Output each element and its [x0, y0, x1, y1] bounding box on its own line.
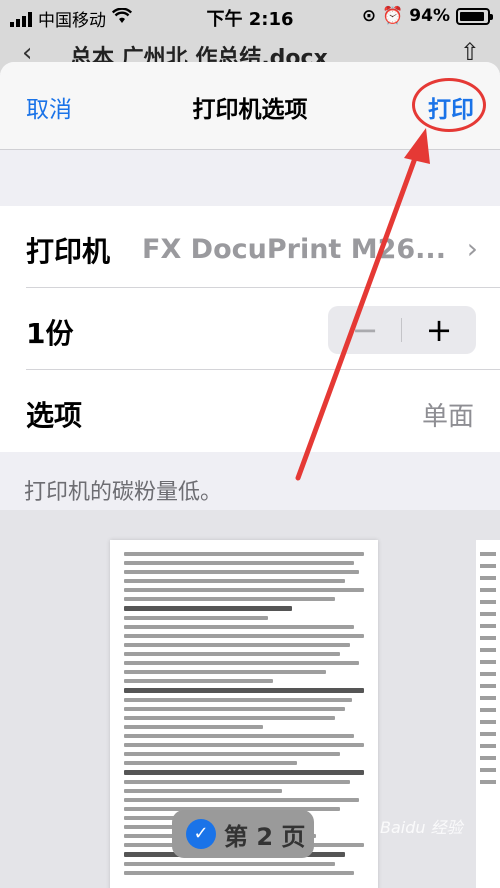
- increment-button[interactable]: +: [402, 306, 476, 354]
- options-label: 选项: [26, 399, 83, 432]
- annotation-circle: [412, 78, 486, 132]
- document-text-line: [480, 720, 496, 724]
- document-text-line: [480, 612, 496, 616]
- document-text-line: [480, 744, 496, 748]
- document-text-line: [480, 672, 496, 676]
- document-text-line: [124, 761, 297, 765]
- document-text-line: [480, 564, 496, 568]
- document-text-line: [480, 576, 496, 580]
- print-options-sheet: 取消 打印机选项 打印 打印机 FX DocuPrint M26... › 1份…: [0, 62, 500, 888]
- document-text-line: [124, 862, 336, 866]
- document-text-line: [124, 606, 292, 611]
- document-text-line: [124, 552, 364, 556]
- document-text-line: [124, 716, 336, 720]
- document-text-line: [480, 768, 496, 772]
- printer-value: FX DocuPrint M26...: [142, 234, 446, 265]
- document-text-line: [124, 725, 264, 729]
- options-row[interactable]: 选项 单面: [0, 370, 500, 452]
- document-text-line: [124, 634, 364, 638]
- document-text-line: [124, 625, 355, 629]
- copies-stepper: − +: [328, 306, 476, 354]
- document-text-line: [124, 871, 355, 875]
- document-text-line: [124, 734, 355, 738]
- printer-label: 打印机: [26, 235, 111, 268]
- document-text-line: [124, 670, 326, 674]
- document-text-line: [480, 660, 496, 664]
- status-right: ⊙ ⏰ 94%: [361, 6, 493, 26]
- document-text-line: [124, 616, 268, 620]
- battery-icon: [456, 7, 493, 25]
- battery-percent: 94%: [409, 6, 450, 26]
- document-text-line: [124, 661, 360, 665]
- page-badge: ✓ 第 2 页: [172, 810, 314, 858]
- document-text-line: [480, 684, 496, 688]
- document-text-line: [480, 624, 496, 628]
- document-text-line: [480, 588, 496, 592]
- document-text-line: [124, 688, 364, 693]
- checkmark-icon: ✓: [186, 819, 216, 849]
- baidu-watermark: Baidu 经验: [380, 818, 463, 837]
- document-text-line: [480, 732, 496, 736]
- chevron-right-icon: ›: [466, 232, 478, 265]
- decrement-button[interactable]: −: [328, 306, 402, 354]
- document-text-line: [480, 636, 496, 640]
- document-text-line: [124, 652, 340, 656]
- copies-label: 1份: [26, 317, 74, 350]
- document-text-line: [124, 570, 360, 574]
- document-text-line: [124, 579, 345, 583]
- document-text-line: [124, 798, 360, 802]
- document-text-line: [480, 756, 496, 760]
- document-text-line: [124, 707, 345, 711]
- document-text-line: [124, 643, 350, 647]
- alarm-icon: ⏰: [382, 6, 404, 26]
- status-bar: 中国移动 下午 2:16 ⊙ ⏰ 94%: [0, 0, 500, 34]
- printer-row[interactable]: 打印机 FX DocuPrint M26... ›: [0, 206, 500, 288]
- document-text-line: [124, 743, 364, 747]
- document-text-line: [124, 561, 355, 565]
- document-text-line: [124, 780, 350, 784]
- document-text-line: [124, 597, 336, 601]
- document-text-line: [124, 698, 352, 702]
- page-badge-label: 第 2 页: [224, 822, 306, 851]
- document-text-line: [124, 789, 283, 793]
- document-text-line: [480, 708, 496, 712]
- next-preview-page[interactable]: [476, 540, 500, 888]
- toner-low-warning: 打印机的碳粉量低。: [24, 480, 223, 505]
- copies-row: 1份 − +: [0, 288, 500, 370]
- options-value: 单面: [421, 402, 474, 432]
- document-text-line: [124, 770, 364, 775]
- document-text-line: [480, 780, 496, 784]
- document-text-line: [480, 600, 496, 604]
- document-text-line: [480, 696, 496, 700]
- document-text-line: [124, 588, 364, 592]
- orientation-lock-icon: ⊙: [361, 6, 377, 26]
- document-text-line: [124, 752, 340, 756]
- document-text-line: [480, 648, 496, 652]
- document-text-line: [124, 679, 273, 683]
- sheet-nav-bar: 取消 打印机选项 打印: [0, 62, 500, 150]
- document-text-line: [480, 552, 496, 556]
